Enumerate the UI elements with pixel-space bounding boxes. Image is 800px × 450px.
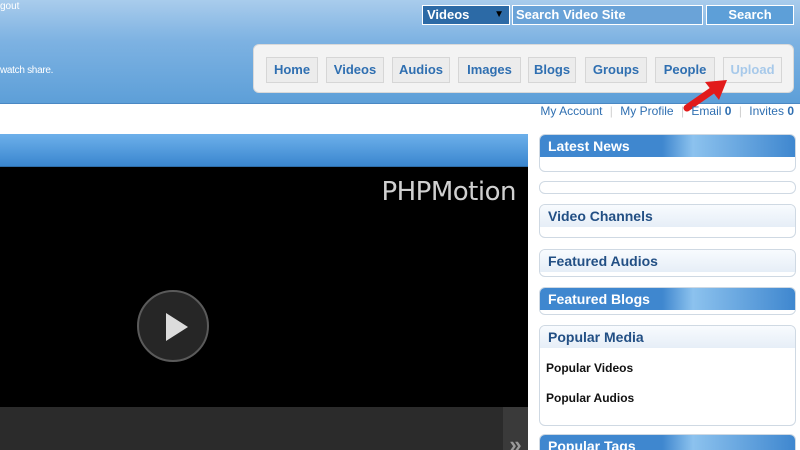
nav-home[interactable]: Home [266, 57, 318, 83]
popular-videos-link[interactable]: Popular Videos [540, 361, 633, 375]
video-channels-panel: Video Channels [539, 204, 796, 238]
dropdown-caret-icon: ▼ [494, 9, 504, 20]
site-tagline: watch share. [0, 65, 54, 76]
nav-audios[interactable]: Audios [392, 57, 450, 83]
logout-link[interactable]: gout [0, 1, 19, 12]
featured-audios-panel: Featured Audios [539, 249, 796, 277]
nav-images[interactable]: Images [458, 57, 521, 83]
video-player[interactable]: PHPMotion [0, 167, 528, 407]
featured-blogs-title: Featured Blogs [540, 288, 795, 310]
sidebar: Latest News Video Channels Featured Audi… [539, 0, 800, 450]
popular-tags-title: Popular Tags [540, 435, 795, 450]
popular-tags-panel: Popular Tags [539, 434, 796, 450]
player-brand-logo: PHPMotion [381, 177, 516, 207]
nav-videos[interactable]: Videos [326, 57, 384, 83]
video-channels-title: Video Channels [540, 205, 795, 227]
popular-media-title: Popular Media [540, 326, 795, 348]
latest-news-title: Latest News [540, 135, 795, 157]
video-section-header [0, 134, 528, 167]
player-control-bar [0, 407, 528, 450]
play-button[interactable] [137, 290, 209, 362]
play-icon [166, 313, 188, 341]
empty-panel [539, 181, 796, 194]
popular-media-panel: Popular Media Popular Videos Popular Aud… [539, 325, 796, 426]
page: gout watch share. Videos ▼ Search Video … [0, 0, 800, 450]
latest-news-panel: Latest News [539, 134, 796, 172]
search-category-value: Videos [427, 7, 470, 22]
featured-audios-title: Featured Audios [540, 250, 795, 272]
search-category-select[interactable]: Videos ▼ [422, 5, 510, 25]
popular-audios-link[interactable]: Popular Audios [540, 391, 634, 405]
double-chevron-right-icon[interactable]: » [503, 407, 528, 450]
featured-blogs-panel: Featured Blogs [539, 287, 796, 315]
